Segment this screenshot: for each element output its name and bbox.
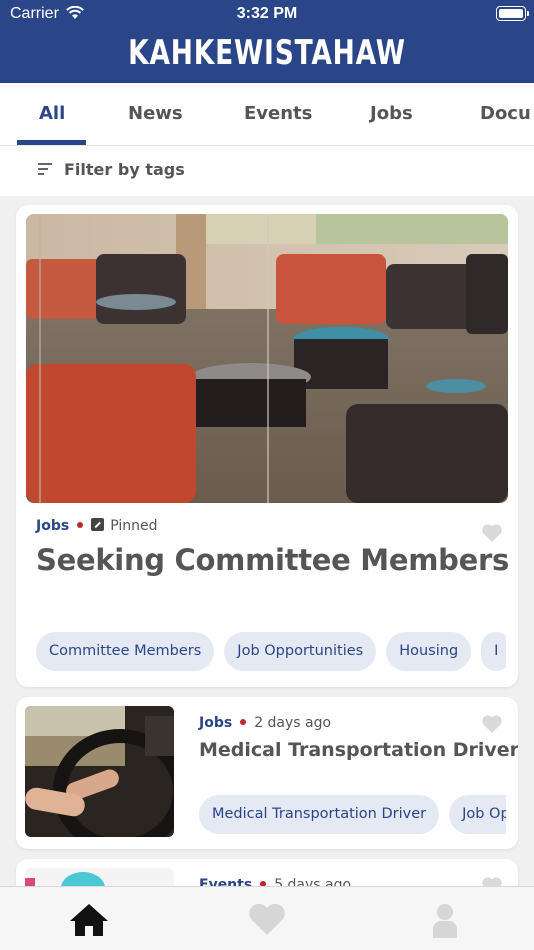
bottom-navigation xyxy=(0,886,534,950)
favorite-heart-icon[interactable] xyxy=(481,714,503,734)
post-meta: Jobs Pinned xyxy=(36,518,157,534)
post-category[interactable]: Jobs xyxy=(36,518,69,534)
post-title[interactable]: Seeking Committee Members xyxy=(36,543,509,577)
tab-jobs[interactable]: Jobs xyxy=(370,103,413,124)
active-tab-indicator xyxy=(17,140,86,145)
tag-chip[interactable]: Medical Transportation Driver xyxy=(199,795,440,834)
profile-icon[interactable] xyxy=(425,902,465,938)
tab-documents[interactable]: Docu xyxy=(480,103,531,124)
status-bar: Carrier 3:32 PM xyxy=(0,0,534,28)
post-timestamp: 2 days ago xyxy=(254,715,332,731)
home-icon[interactable] xyxy=(69,902,109,938)
lounge-room-photo xyxy=(26,214,508,503)
tag-list: Committee Members Job Opportunities Housin… xyxy=(36,632,506,671)
tag-chip[interactable]: Committee Members xyxy=(36,632,215,671)
pin-icon xyxy=(91,518,105,531)
post-title[interactable]: Medical Transportation Driver xyxy=(199,739,518,761)
post-card[interactable]: Jobs Pinned Seeking Committee Members Com… xyxy=(16,205,518,687)
separator-dot xyxy=(240,719,247,725)
tab-events[interactable]: Events xyxy=(244,103,312,124)
tab-news[interactable]: News xyxy=(128,103,183,124)
filter-label: Filter by tags xyxy=(64,160,185,179)
tag-chip[interactable]: Housing xyxy=(386,632,472,671)
separator-dot xyxy=(77,522,84,528)
app-title: KAHKEWISTAHAW xyxy=(128,33,406,73)
heart-icon[interactable] xyxy=(247,902,287,938)
battery-icon xyxy=(496,6,529,21)
pinned-label: Pinned xyxy=(110,518,158,534)
tag-chip[interactable]: I xyxy=(481,632,506,671)
clock: 3:32 PM xyxy=(236,5,298,22)
post-category[interactable]: Jobs xyxy=(199,715,232,731)
tab-all[interactable]: All xyxy=(39,103,65,124)
tag-chip[interactable]: Job Opportunities xyxy=(224,632,377,671)
post-meta: Jobs 2 days ago xyxy=(199,715,331,731)
favorite-heart-icon[interactable] xyxy=(481,523,503,543)
steering-wheel-photo xyxy=(25,706,174,837)
tag-list: Medical Transportation Driver Job Op xyxy=(199,795,506,834)
post-card[interactable]: Jobs 2 days ago Medical Transportation Dr… xyxy=(16,697,518,849)
app-header: Carrier 3:32 PM KAHKEWISTAHAW xyxy=(0,0,534,83)
tag-chip[interactable]: Job Op xyxy=(449,795,506,834)
category-tabs: All News Events Jobs Docu xyxy=(0,83,534,146)
filter-icon xyxy=(38,163,52,175)
filter-by-tags-button[interactable]: Filter by tags xyxy=(0,146,534,196)
